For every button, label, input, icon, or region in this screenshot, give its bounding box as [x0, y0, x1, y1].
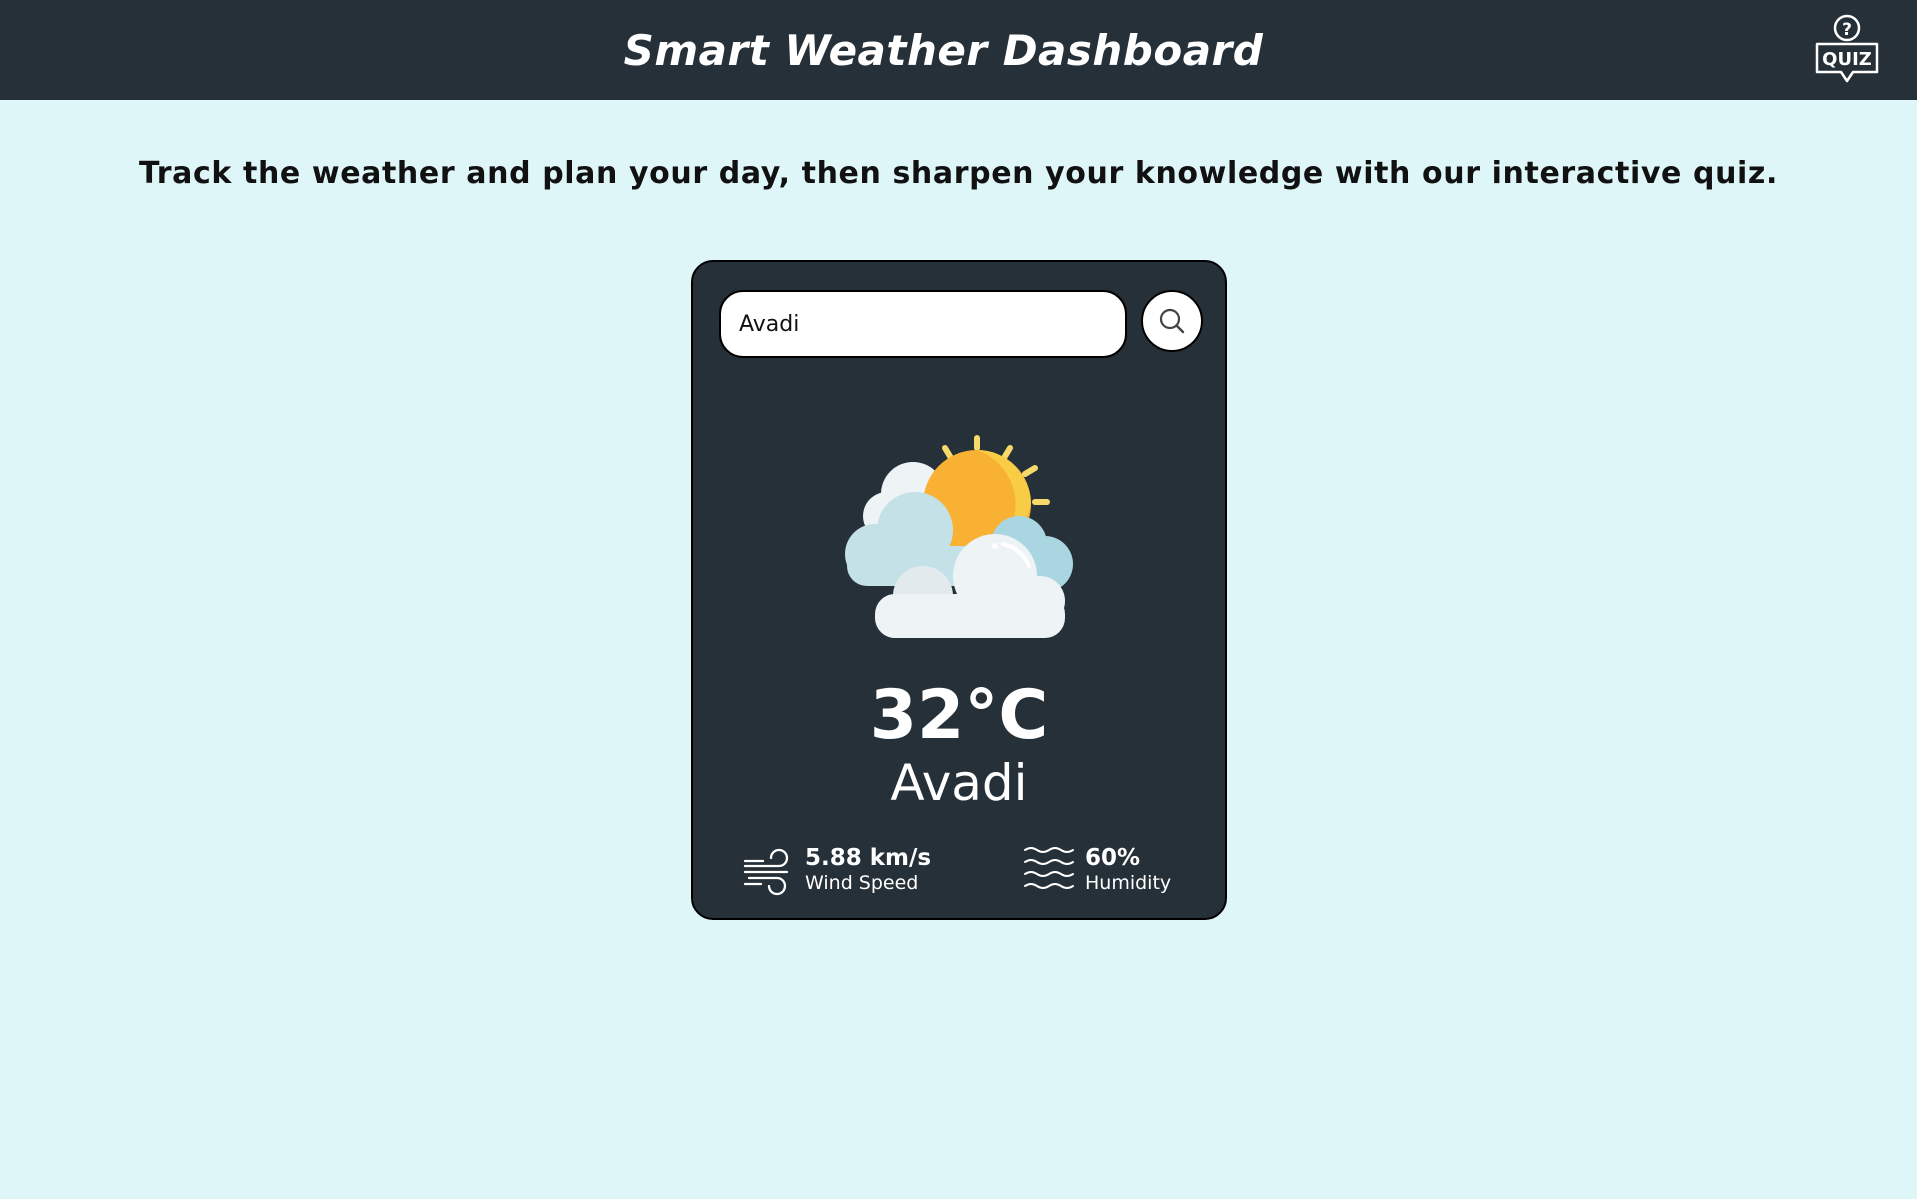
humidity-label: Humidity — [1085, 871, 1172, 894]
wind-speed-value: 5.88 km/s — [805, 845, 932, 872]
city-search-input[interactable] — [719, 290, 1127, 358]
temperature: 32°C — [869, 676, 1049, 755]
weather-card: 32°C Avadi 5.88 km/s Wind Speed — [691, 260, 1227, 920]
quiz-label: QUIZ — [1822, 49, 1872, 70]
wind-speed-label: Wind Speed — [805, 871, 919, 894]
search-button[interactable] — [1141, 290, 1203, 352]
wind-stat: 5.88 km/s Wind Speed — [743, 844, 931, 896]
city-name: Avadi — [890, 754, 1028, 812]
top-bar: Smart Weather Dashboard ? QUIZ — [0, 0, 1917, 100]
search-icon — [1159, 308, 1185, 334]
humidity-stat: 60% Humidity — [1023, 844, 1171, 896]
wind-icon — [743, 848, 789, 896]
partly-cloudy-sun-icon — [845, 435, 1073, 638]
humidity-value: 60% — [1085, 845, 1141, 872]
question-bubble-icon: ? QUIZ — [1815, 14, 1879, 83]
svg-text:?: ? — [1842, 20, 1852, 40]
humidity-waves-icon — [1024, 847, 1074, 889]
tagline: Track the weather and plan your day, the… — [139, 156, 1778, 191]
app-title: Smart Weather Dashboard — [623, 25, 1264, 75]
quiz-button[interactable]: ? QUIZ — [1809, 10, 1885, 86]
